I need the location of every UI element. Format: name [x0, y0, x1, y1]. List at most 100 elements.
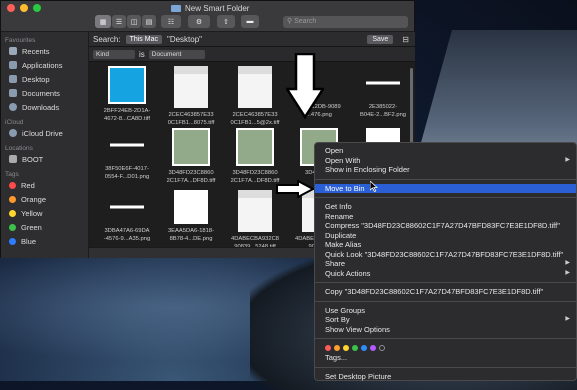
sidebar-label: Downloads	[22, 102, 60, 112]
zoom-button[interactable]	[33, 4, 41, 12]
file-name-line: 3DBA47A6-69DA	[104, 228, 150, 234]
file-item[interactable]: 3D48FD23C8860 2C1F7A...DF8D.tiff	[225, 128, 285, 185]
menu-get-info[interactable]: Get Info	[315, 202, 576, 212]
column-view-button[interactable]: ◫	[127, 15, 141, 28]
file-name-line: 0C1FB1...5@2x.tiff	[230, 119, 280, 126]
favourites-heading: Favourites	[5, 37, 36, 44]
criteria-value-select[interactable]: Document	[148, 49, 205, 59]
tag-color-dot-icon[interactable]	[379, 345, 385, 351]
file-item[interactable]: 2CEC463857E33 0C1FB1...5@2x.tiff	[225, 66, 285, 127]
sidebar-label: iCloud Drive	[22, 128, 63, 138]
sidebar-item-boot[interactable]: BOOT	[1, 152, 88, 166]
scope-desktop-button[interactable]: "Desktop"	[167, 35, 202, 44]
tag-dot-icon	[9, 209, 16, 217]
action-gear-icon[interactable]: ⚙	[188, 15, 210, 28]
file-name-line: 3D48FD23C8860	[232, 170, 278, 176]
sidebar-item-documents[interactable]: Documents	[1, 86, 88, 100]
menu-show-in-enclosing-folder[interactable]: Show in Enclosing Folder	[315, 165, 576, 175]
menu-copy[interactable]: Copy "3D48FD23C88602C1F7A27D47BFD83FC7E3…	[315, 287, 576, 297]
file-item[interactable]: 2E385022- B04E-2...BF2.png	[353, 66, 413, 119]
document-icon	[9, 89, 17, 97]
sidebar-tag-blue[interactable]: Blue	[1, 234, 88, 248]
menu-use-groups[interactable]: Use Groups	[315, 306, 576, 316]
group-button[interactable]: ☷	[161, 15, 181, 28]
mouse-cursor-icon	[370, 181, 378, 192]
file-name-line: 2CEC463857E33	[232, 112, 278, 118]
list-view-button[interactable]: ☰	[112, 15, 126, 28]
down-arrow-annotation	[286, 53, 324, 119]
menu-make-alias[interactable]: Make Alias	[315, 240, 576, 250]
menu-tag-colors	[315, 343, 576, 353]
sidebar-label: BOOT	[22, 154, 44, 164]
tag-button-icon[interactable]: ▬	[241, 15, 259, 28]
menu-quick-actions[interactable]: Quick Actions	[315, 269, 576, 279]
locations-heading: Locations	[5, 145, 33, 152]
file-name-line: 38F50E6F-4017-	[105, 166, 149, 172]
file-item[interactable]: 2CEC463857E33 0C1FB1...8075.tiff	[161, 66, 221, 127]
add-criteria-icon[interactable]: ⊟	[402, 35, 409, 44]
menu-open[interactable]: Open	[315, 146, 576, 156]
save-button[interactable]: Save	[367, 34, 394, 44]
search-placeholder: Search	[294, 18, 317, 25]
menu-separator	[315, 300, 576, 302]
share-icon[interactable]: ⇧	[217, 15, 235, 28]
menu-tags[interactable]: Tags...	[315, 353, 576, 363]
icloud-heading: iCloud	[5, 119, 24, 126]
sidebar-item-desktop[interactable]: Desktop	[1, 72, 88, 86]
sidebar-tag-yellow[interactable]: Yellow	[1, 206, 88, 220]
title-bar[interactable]: New Smart Folder ▦ ☰ ◫ ▤ ☷ ⚙ ⇧ ▬ ⚲ Searc…	[1, 1, 414, 32]
search-input[interactable]: ⚲ Search	[283, 16, 408, 28]
sidebar-item-applications[interactable]: Applications	[1, 58, 88, 72]
tag-color-dot-icon[interactable]	[343, 345, 349, 351]
file-item[interactable]: 2BFF24EB-2D1A- 4672-8...CA8D.tiff	[97, 66, 157, 123]
tag-color-dot-icon[interactable]	[334, 345, 340, 351]
menu-rename[interactable]: Rename	[315, 212, 576, 222]
gallery-view-button[interactable]: ▤	[142, 15, 156, 28]
file-thumbnail	[236, 128, 274, 166]
menu-separator	[315, 178, 576, 180]
sidebar-label: Orange	[21, 194, 47, 204]
tag-color-dot-icon[interactable]	[370, 345, 376, 351]
menu-move-to-bin[interactable]: Move to Bin	[315, 183, 576, 193]
sidebar-label: Recents	[22, 46, 50, 56]
sidebar-label: Red	[21, 180, 35, 190]
file-name-line: 2E385022-	[368, 104, 398, 110]
minimize-button[interactable]	[20, 4, 28, 12]
menu-set-desktop-picture[interactable]: Set Desktop Picture	[315, 372, 576, 382]
menu-separator	[315, 282, 576, 283]
sidebar-label: Desktop	[22, 74, 50, 84]
file-item[interactable]: 4DABECBA932C890839...5248.tiff	[225, 190, 285, 251]
menu-share[interactable]: Share	[315, 259, 576, 269]
sidebar-item-recents[interactable]: Recents	[1, 44, 88, 58]
sidebar-tag-red[interactable]: Red	[1, 178, 88, 192]
menu-show-view-options[interactable]: Show View Options	[315, 325, 576, 335]
file-name-line: B04E-2...BF2.png	[359, 111, 407, 118]
tag-color-dot-icon[interactable]	[361, 345, 367, 351]
sidebar-tag-orange[interactable]: Orange	[1, 192, 88, 206]
file-item[interactable]: 38F50E6F-4017- 0554-F...D01.png	[97, 128, 157, 181]
menu-open-with[interactable]: Open With	[315, 156, 576, 166]
file-name-line: 8B78-4...DE.png	[169, 235, 213, 242]
file-item[interactable]: 3EAA5DA6-1818- 8B78-4...DE.png	[161, 190, 221, 243]
menu-quick-look[interactable]: Quick Look "3D48FD23C88602C1F7A27D47BFD8…	[315, 250, 576, 260]
file-item[interactable]: 3DBA47A6-69DA -4576-9...A35.png	[97, 190, 157, 243]
criteria-attribute-select[interactable]: Kind	[93, 49, 135, 59]
icon-view-button[interactable]: ▦	[95, 15, 111, 28]
menu-compress[interactable]: Compress "3D48FD23C88602C1F7A27D47BFD83F…	[315, 221, 576, 231]
tag-color-dot-icon[interactable]	[352, 345, 358, 351]
sidebar-item-icloud-drive[interactable]: iCloud Drive	[1, 126, 88, 140]
tag-color-dot-icon[interactable]	[325, 345, 331, 351]
tag-dot-icon	[9, 181, 16, 189]
sidebar-tag-green[interactable]: Green	[1, 220, 88, 234]
scope-this-mac-button[interactable]: This Mac	[125, 34, 162, 44]
sidebar-item-downloads[interactable]: Downloads	[1, 100, 88, 114]
context-menu: Open Open With Show in Enclosing Folder …	[314, 142, 577, 381]
menu-duplicate[interactable]: Duplicate	[315, 231, 576, 241]
file-thumbnail	[110, 128, 144, 162]
close-button[interactable]	[7, 4, 15, 12]
sidebar-label: Blue	[21, 236, 37, 246]
menu-sort-by[interactable]: Sort By	[315, 315, 576, 325]
file-item[interactable]: 3D48FD23C8860 2C1F7A...DF8D.tiff	[161, 128, 221, 185]
disk-icon	[9, 155, 17, 163]
file-name-line: 2CEC463857E33	[168, 112, 214, 118]
